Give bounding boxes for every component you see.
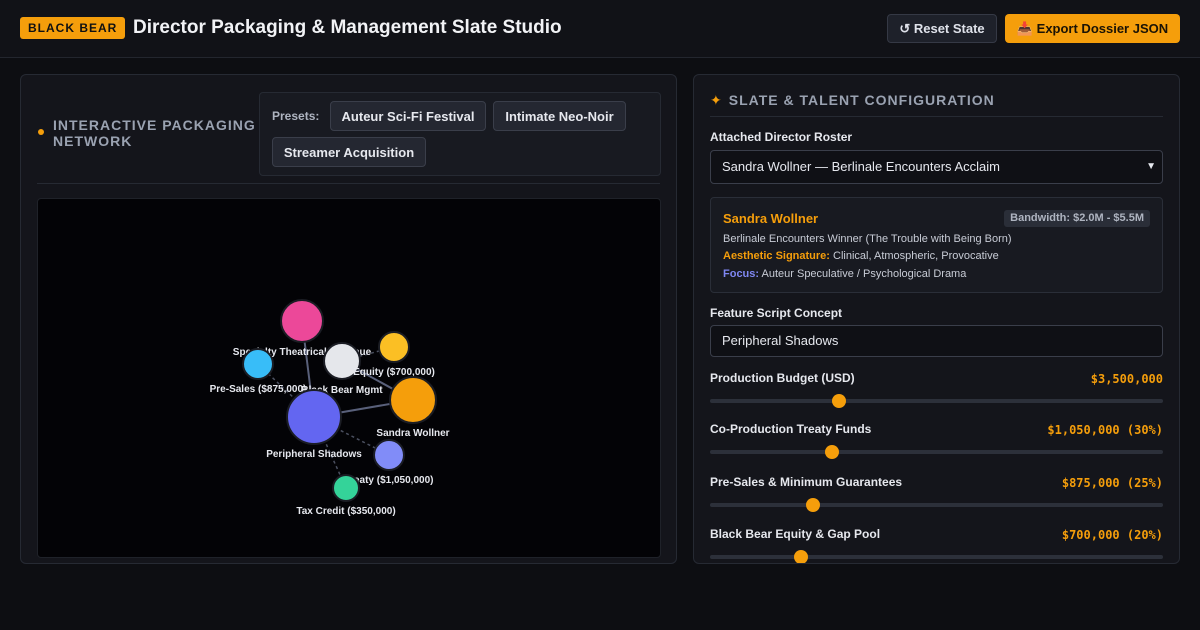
slider-value: $3,500,000 [1090,372,1163,386]
focus-key: Focus: [723,268,760,280]
node-presales[interactable] [242,348,274,380]
node-treaty[interactable] [373,439,405,471]
slider-row: Production Budget (USD) $3,500,000 [710,371,1163,415]
node-label-presales: Pre-Sales ($875,000) [210,384,307,395]
director-award: Berlinale Encounters Winner (The Trouble… [723,233,1012,245]
presets-bar: Presets: Auteur Sci-Fi Festival Intimate… [259,92,661,176]
node-equity[interactable] [378,331,410,363]
slider-label: Co-Production Treaty Funds [710,422,872,436]
director-name: Sandra Wollner [723,211,819,226]
bandwidth-badge: Bandwidth: $2.0M - $5.5M [1004,210,1150,227]
aesthetic-value: Clinical, Atmospheric, Provocative [833,250,999,262]
network-canvas[interactable]: Specialty Theatrical Revenue Pre-Sales ($… [37,198,661,558]
director-roster-select[interactable]: Sandra Wollner — Berlinale Encounters Ac… [710,150,1163,184]
director-card: Sandra Wollner Bandwidth: $2.0M - $5.5M … [710,197,1163,293]
node-label-equity: Equity ($700,000) [353,367,435,378]
slider-thumb[interactable] [832,394,847,408]
roster-selected-value: Sandra Wollner — Berlinale Encounters Ac… [722,159,1000,174]
slider-label: Pre-Sales & Minimum Guarantees [710,475,903,489]
node-taxcredit[interactable] [332,474,360,502]
node-label-director: Sandra Wollner [376,428,449,439]
config-panel-title: ✦ SLATE & TALENT CONFIGURATION [710,92,995,109]
node-director[interactable] [389,376,437,424]
slider-row: Black Bear Equity & Gap Pool $700,000 (20… [710,527,1163,563]
panel-dot-icon [38,129,44,135]
export-dossier-button[interactable]: 📥 Export Dossier JSON [1005,14,1180,43]
focus-value: Auteur Speculative / Psychological Drama [761,268,967,280]
slider-row: Co-Production Treaty Funds $1,050,000 (30… [710,422,1163,466]
app-title: Director Packaging & Management Slate St… [133,17,562,38]
presets-label: Presets: [272,109,320,123]
slider-value: $700,000 (20%) [1061,528,1163,542]
slider-label: Production Budget (USD) [710,371,855,385]
slider-value: $875,000 (25%) [1061,476,1163,490]
director-focus: Focus: Auteur Speculative / Psychologica… [723,268,966,280]
brand-badge: BLACK BEAR [20,17,126,39]
preset-neo-noir-button[interactable]: Intimate Neo-Noir [493,101,626,131]
slider-thumb[interactable] [793,550,808,563]
script-label: Feature Script Concept [710,306,843,320]
app-header: BLACK BEAR Director Packaging & Manageme… [0,0,1200,58]
slate-config-panel: ✦ SLATE & TALENT CONFIGURATION Attached D… [693,74,1180,564]
slider-thumb[interactable] [825,445,840,459]
slider-value: $1,050,000 (30%) [1047,423,1163,437]
slider-track[interactable] [710,503,1163,507]
sparkle-icon: ✦ [710,92,723,108]
panel-divider [710,116,1163,117]
reset-state-button[interactable]: ↺ Reset State [887,14,997,43]
network-panel-title: INTERACTIVE PACKAGING NETWORK [53,117,256,149]
aesthetic-key: Aesthetic Signature: [723,250,830,262]
script-concept-input[interactable]: Peripheral Shadows [710,325,1163,357]
node-label-taxcredit: Tax Credit ($350,000) [296,506,395,517]
preset-streamer-button[interactable]: Streamer Acquisition [272,137,426,167]
chevron-down-icon: ▼ [1146,161,1156,172]
panel-divider [37,183,660,184]
preset-auteur-scifi-button[interactable]: Auteur Sci-Fi Festival [330,101,486,131]
slider-track[interactable] [710,450,1163,454]
node-specialty[interactable] [280,299,324,343]
roster-label: Attached Director Roster [710,130,853,144]
director-aesthetic: Aesthetic Signature: Clinical, Atmospher… [723,250,999,262]
slider-label: Black Bear Equity & Gap Pool [710,527,881,541]
node-project[interactable] [286,389,342,445]
slider-row: Pre-Sales & Minimum Guarantees $875,000 (… [710,475,1163,519]
config-title-text: SLATE & TALENT CONFIGURATION [728,92,995,108]
packaging-network-panel: INTERACTIVE PACKAGING NETWORK Presets: A… [20,74,677,564]
slider-thumb[interactable] [805,498,820,512]
network-graph[interactable]: Specialty Theatrical RevenuePre-Sales ($… [38,199,660,557]
slider-track[interactable] [710,399,1163,403]
slider-track[interactable] [710,555,1163,559]
node-label-project: Peripheral Shadows [266,449,362,460]
